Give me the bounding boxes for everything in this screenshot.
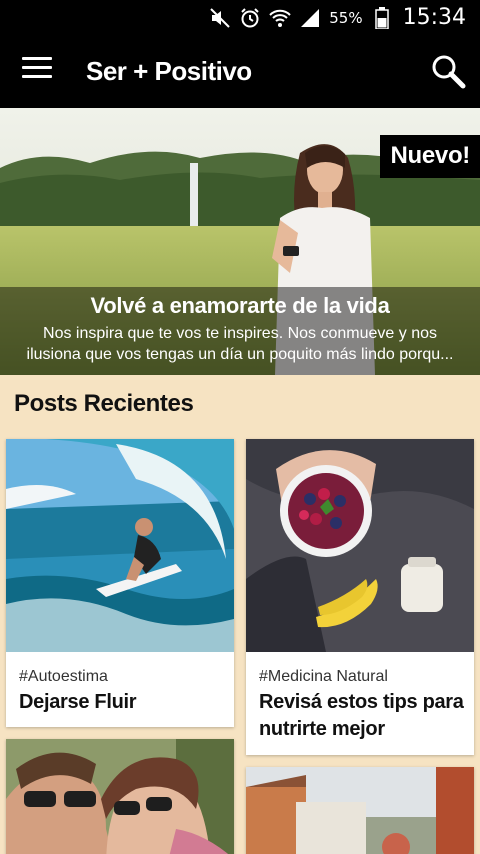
post-tag: #Autoestima	[19, 668, 108, 685]
hamburger-menu-icon	[22, 57, 52, 78]
featured-post[interactable]: Nuevo! Volvé a enamorarte de la vida Nos…	[0, 108, 480, 375]
new-badge: Nuevo!	[380, 135, 480, 178]
post-card[interactable]: #Autoestima Dejarse Fluir	[6, 439, 234, 727]
post-image	[6, 439, 234, 652]
post-card[interactable]	[6, 739, 234, 854]
alarm-icon	[239, 7, 261, 29]
wifi-icon	[269, 7, 291, 29]
battery-percent: 55%	[329, 8, 363, 27]
battery-icon	[371, 6, 393, 29]
signal-icon	[299, 7, 321, 29]
post-card[interactable]: #Medicina Natural Revisá estos tips para…	[246, 439, 474, 755]
featured-description-line-2: ilusiona que vos tengas un día un poquit…	[26, 346, 454, 363]
featured-title: Volvé a enamorarte de la vida	[90, 293, 390, 318]
post-title: Revisá estos tips para nutrirte mejor	[259, 691, 464, 740]
status-bar: 55% 15:34	[0, 0, 480, 35]
search-icon	[432, 55, 466, 89]
post-image	[246, 767, 474, 854]
app-title: Ser + Positivo	[86, 56, 252, 86]
featured-caption: Volvé a enamorarte de la vida Nos inspir…	[0, 287, 480, 375]
post-tag: #Medicina Natural	[259, 668, 388, 685]
mute-icon	[209, 7, 231, 29]
post-image	[246, 439, 474, 652]
search-button[interactable]	[430, 53, 468, 91]
post-card[interactable]	[246, 767, 474, 854]
menu-button[interactable]	[22, 57, 52, 85]
post-image	[6, 739, 234, 854]
clock: 15:34	[402, 5, 466, 30]
post-title: Dejarse Fluir	[19, 691, 137, 713]
app-bar: Ser + Positivo	[0, 35, 480, 108]
featured-description-line-1: Nos inspira que te vos te inspires. Nos …	[43, 325, 437, 342]
section-heading: Posts Recientes	[14, 390, 194, 417]
